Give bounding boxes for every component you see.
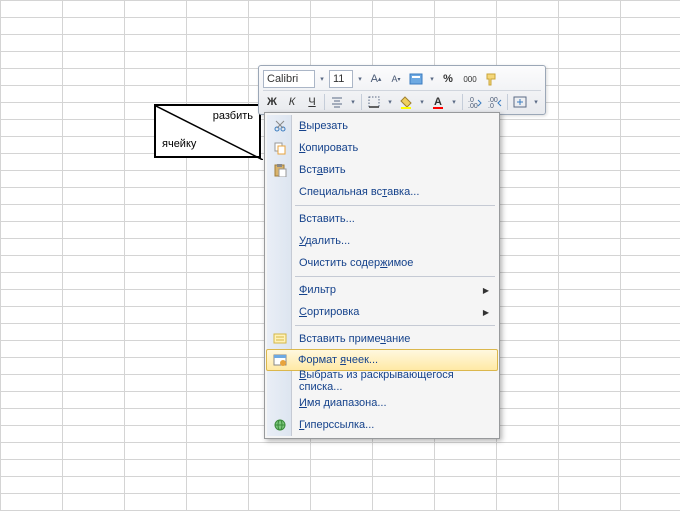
fill-color-icon[interactable] — [397, 93, 415, 111]
split-diagonal-cell[interactable]: разбить ячейку — [154, 104, 261, 158]
increase-decimal-icon[interactable]: .0.00 — [466, 93, 484, 111]
font-color-icon[interactable]: A — [429, 93, 447, 111]
menu-clear[interactable]: Очистить содержимое — [267, 252, 497, 274]
menu-pick-from-dropdown[interactable]: Выбрать из раскрывающегося списка... — [267, 370, 497, 392]
font-name-combo[interactable]: Calibri — [263, 70, 315, 88]
underline-button[interactable]: Ч — [303, 93, 321, 111]
bold-button[interactable]: Ж — [263, 93, 281, 111]
menu-label: Сортировка — [299, 306, 359, 318]
menu-label: Копировать — [299, 142, 358, 154]
menu-copy[interactable]: Копировать — [267, 137, 497, 159]
shrink-font-icon[interactable]: A▾ — [387, 70, 405, 88]
menu-label: Вставить... — [299, 213, 355, 225]
font-size-combo[interactable]: 11 — [329, 70, 353, 88]
accounting-format-dropdown[interactable]: ▾ — [427, 70, 437, 88]
grow-font-icon[interactable]: A▴ — [367, 70, 385, 88]
font-color-dropdown[interactable]: ▾ — [449, 93, 459, 111]
menu-label: Специальная вставка... — [299, 186, 419, 198]
comma-format-icon[interactable]: 000 — [459, 70, 481, 88]
fill-color-dropdown[interactable]: ▾ — [417, 93, 427, 111]
menu-filter[interactable]: Фильтр ▶ — [267, 279, 497, 301]
menu-insert[interactable]: Вставить... — [267, 208, 497, 230]
hyperlink-icon — [272, 417, 288, 433]
paste-icon — [272, 162, 288, 178]
cell-text-top: разбить — [213, 110, 253, 122]
cell-text-bottom: ячейку — [162, 138, 196, 150]
submenu-arrow-icon: ▶ — [483, 286, 489, 295]
menu-label: Выбрать из раскрывающегося списка... — [299, 369, 479, 393]
menu-label: Имя диапазона... — [299, 397, 387, 409]
menu-range-name[interactable]: Имя диапазона... — [267, 392, 497, 414]
menu-label: Формат ячеек... — [298, 354, 378, 366]
menu-paste[interactable]: Вставить — [267, 159, 497, 181]
svg-text:.00: .00 — [468, 103, 478, 108]
mini-toolbar: Calibri ▾ 11 ▾ A▴ A▾ ▾ % 000 Ж К Ч ▾ ▾ ▾ — [258, 65, 546, 115]
svg-text:.0: .0 — [488, 103, 494, 108]
menu-label: Гиперссылка... — [299, 419, 374, 431]
menu-label: Удалить... — [299, 235, 350, 247]
menu-cut[interactable]: Вырезать — [267, 115, 497, 137]
menu-label: Вставить — [299, 164, 346, 176]
menu-delete[interactable]: Удалить... — [267, 230, 497, 252]
borders-icon[interactable] — [365, 93, 383, 111]
merge-dropdown[interactable]: ▾ — [531, 93, 541, 111]
accounting-format-icon[interactable] — [407, 70, 425, 88]
menu-insert-comment[interactable]: Вставить примечание — [267, 328, 497, 350]
align-center-icon[interactable] — [328, 93, 346, 111]
menu-label: Очистить содержимое — [299, 257, 413, 269]
percent-format-icon[interactable]: % — [439, 70, 457, 88]
menu-paste-special[interactable]: Специальная вставка... — [267, 181, 497, 203]
format-cells-icon — [272, 352, 288, 368]
format-painter-icon[interactable] — [483, 70, 501, 88]
menu-label: Фильтр — [299, 284, 336, 296]
context-menu: Вырезать Копировать Вставить Специальная… — [264, 112, 500, 439]
font-size-dropdown[interactable]: ▾ — [355, 70, 365, 88]
svg-text:A: A — [434, 96, 442, 108]
menu-label: Вырезать — [299, 120, 348, 132]
menu-label: Вставить примечание — [299, 333, 410, 345]
submenu-arrow-icon: ▶ — [483, 308, 489, 317]
menu-sort[interactable]: Сортировка ▶ — [267, 301, 497, 323]
menu-separator — [295, 276, 495, 277]
font-name-dropdown[interactable]: ▾ — [317, 70, 327, 88]
merge-cells-icon[interactable] — [511, 93, 529, 111]
copy-icon — [272, 140, 288, 156]
menu-separator — [295, 325, 495, 326]
italic-button[interactable]: К — [283, 93, 301, 111]
menu-format-cells[interactable]: Формат ячеек... — [266, 349, 498, 371]
decrease-decimal-icon[interactable]: .00.0 — [486, 93, 504, 111]
comment-icon — [272, 331, 288, 347]
menu-hyperlink[interactable]: Гиперссылка... — [267, 414, 497, 436]
align-dropdown[interactable]: ▾ — [348, 93, 358, 111]
borders-dropdown[interactable]: ▾ — [385, 93, 395, 111]
menu-separator — [295, 205, 495, 206]
scissors-icon — [272, 118, 288, 134]
